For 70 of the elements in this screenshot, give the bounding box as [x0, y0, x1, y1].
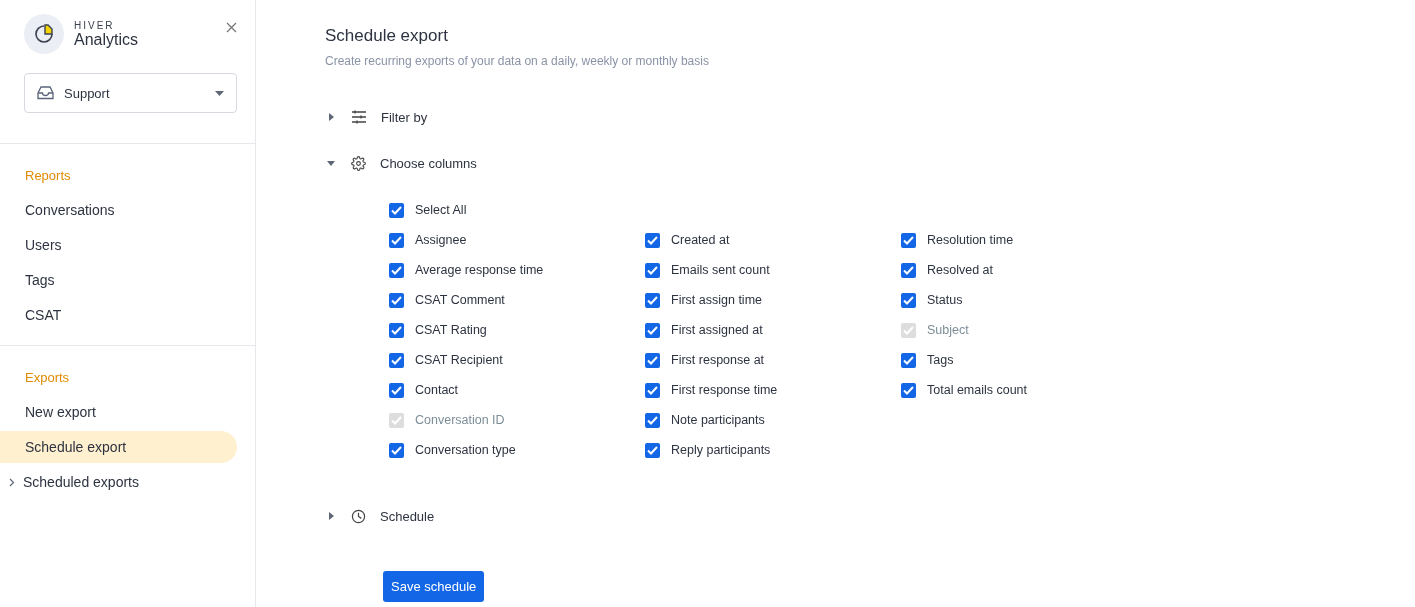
checkbox-label: Average response time — [415, 263, 544, 277]
checkbox-label: First assigned at — [671, 323, 763, 337]
checkbox-label: Total emails count — [927, 383, 1028, 397]
nav-item[interactable]: Conversations — [0, 194, 237, 226]
inbox-select[interactable]: Support — [24, 73, 237, 113]
checkbox-label: First response at — [671, 353, 765, 367]
checkbox[interactable] — [645, 382, 660, 398]
nav-item[interactable]: New export — [0, 396, 237, 428]
checkbox-label: Conversation ID — [415, 413, 505, 427]
checkbox[interactable] — [901, 232, 916, 248]
checkbox-label: Tags — [927, 353, 954, 367]
checkbox[interactable] — [645, 292, 660, 308]
checkbox[interactable] — [901, 382, 916, 398]
checkbox[interactable] — [645, 322, 660, 338]
nav-item[interactable]: Scheduled exports — [0, 466, 237, 498]
chevron-icon — [9, 477, 15, 487]
filter-icon — [351, 110, 367, 124]
logo-icon — [24, 14, 64, 54]
page-subtitle: Create recurring exports of your data on a daily, weekly or monthly basis — [325, 54, 710, 68]
nav-item[interactable]: CSAT — [0, 299, 237, 331]
checkbox-label: Select All — [415, 203, 467, 217]
checkbox-label: Resolution time — [927, 233, 1014, 247]
brand-name: HIVER — [74, 19, 116, 31]
checkbox-label: Resolved at — [927, 263, 993, 277]
checkbox[interactable] — [389, 322, 404, 338]
nav-section-title: Exports — [24, 369, 71, 387]
section-title[interactable]: Schedule — [380, 508, 435, 524]
nav-item[interactable]: Users — [0, 229, 237, 261]
checkbox[interactable] — [389, 442, 404, 458]
product-name: Analytics — [74, 30, 140, 49]
page-title: Schedule export — [325, 26, 449, 46]
checkbox-label: Subject — [927, 323, 969, 337]
checkbox-label: Contact — [415, 383, 459, 397]
checkbox[interactable] — [901, 262, 916, 278]
checkbox[interactable] — [645, 412, 660, 428]
caret-icon — [215, 90, 224, 96]
settings-icon — [351, 155, 366, 171]
nav-section-title: Reports — [24, 167, 72, 185]
checkbox-label: Created at — [671, 233, 730, 247]
clock-icon — [351, 508, 366, 524]
checkbox-label: Status — [927, 293, 963, 307]
section-title[interactable]: Choose columns — [380, 155, 477, 171]
checkbox-label: Emails sent count — [671, 263, 770, 277]
caret-icon[interactable] — [325, 159, 337, 167]
checkbox[interactable] — [901, 292, 916, 308]
inbox-icon — [37, 86, 54, 100]
checkbox-label: First response time — [671, 383, 778, 397]
section-title[interactable]: Filter by — [381, 109, 428, 125]
checkbox-label: CSAT Comment — [415, 293, 505, 307]
save-button[interactable]: Save schedule — [383, 571, 485, 602]
checkbox-label: Assignee — [415, 233, 467, 247]
checkbox-label: Reply participants — [671, 443, 771, 457]
checkbox[interactable] — [645, 352, 660, 368]
checkbox[interactable] — [389, 262, 404, 278]
checkbox[interactable] — [389, 202, 404, 218]
checkbox-label: CSAT Recipient — [415, 353, 503, 367]
checkbox-label: Note participants — [671, 413, 765, 427]
checkbox[interactable] — [389, 232, 404, 248]
checkbox[interactable] — [389, 292, 404, 308]
checkbox-label: Conversation type — [415, 443, 516, 457]
checkbox-label: First assign time — [671, 293, 762, 307]
checkbox[interactable] — [389, 352, 404, 368]
nav-item[interactable]: Schedule export — [0, 431, 237, 463]
checkbox[interactable] — [645, 442, 660, 458]
checkbox[interactable] — [645, 232, 660, 248]
checkbox[interactable] — [389, 382, 404, 398]
checkbox[interactable] — [901, 352, 916, 368]
checkbox[interactable] — [645, 262, 660, 278]
nav-item[interactable]: Tags — [0, 264, 237, 296]
checkbox-label: CSAT Rating — [415, 323, 487, 337]
